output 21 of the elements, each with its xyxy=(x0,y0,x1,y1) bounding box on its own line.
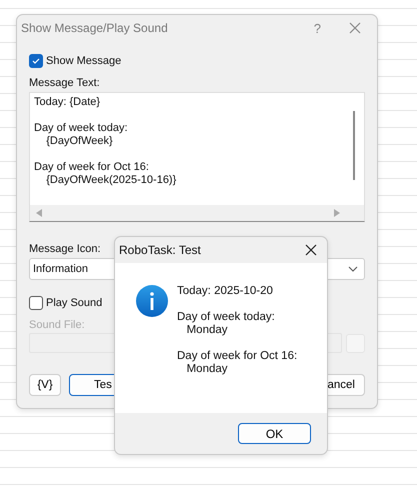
message-text: Today: {Date} Day of week today: {DayOfWeek} Day of week for Oct 16: {DayOfWeek(2025-10-16)} xyxy=(33,95,178,188)
checkbox[interactable] xyxy=(29,54,43,68)
window-title: Show Message/Play Sound xyxy=(21,21,169,35)
message-text-area[interactable]: Today: {Date} Day of week today: {DayOfWeek} Day of week for Oct 16: {DayOfWeek(2025-10-16)} xyxy=(29,92,365,222)
scroll-right-icon[interactable] xyxy=(334,209,340,217)
check-icon xyxy=(31,56,41,66)
ok-button[interactable]: OK xyxy=(238,423,311,444)
field-label: Message Text: xyxy=(29,77,100,89)
scrollbar-thumb[interactable] xyxy=(353,111,355,180)
chevron-down-icon xyxy=(348,266,358,272)
checkbox[interactable] xyxy=(29,296,43,310)
checkbox-label: Show Message xyxy=(46,55,122,67)
field-label: Message Icon: xyxy=(29,243,101,255)
scroll-left-icon[interactable] xyxy=(36,209,42,217)
window-title: RoboTask: Test xyxy=(119,243,201,257)
checkbox-label: Play Sound xyxy=(46,297,102,309)
close-icon[interactable] xyxy=(305,244,317,256)
field-label: Sound File: xyxy=(29,319,85,331)
message-text: Today: 2025-10-20 Day of week today: Monday Day of week for Oct 16: Monday xyxy=(177,285,298,377)
variables-button[interactable]: {V} xyxy=(29,374,61,396)
info-icon xyxy=(136,285,168,317)
